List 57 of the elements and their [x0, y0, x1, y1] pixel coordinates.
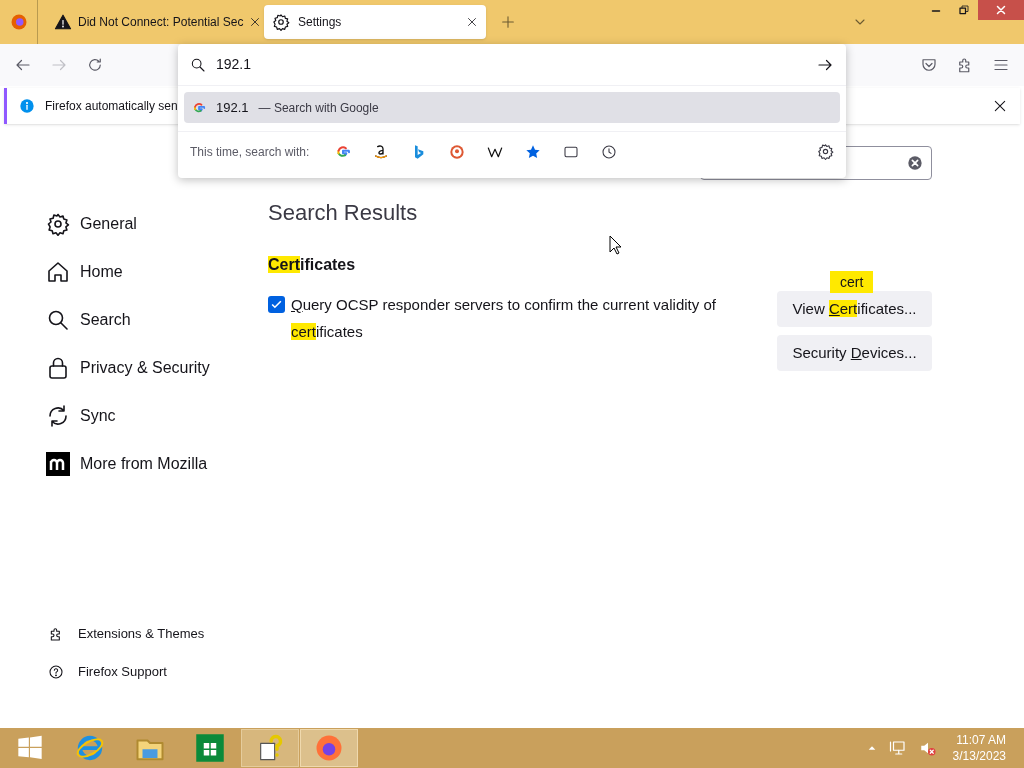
clear-icon [907, 155, 923, 171]
browser-tab[interactable]: Did Not Connect: Potential Sec [46, 5, 258, 39]
mouse-cursor [609, 235, 622, 255]
google-icon [192, 100, 206, 115]
mozilla-icon [46, 452, 70, 476]
search-tooltip: cert [830, 271, 874, 293]
button[interactable]: View Certificates... [777, 291, 932, 327]
checkbox-label: Query OCSP responder servers to confirm the current validity of certificates [291, 295, 717, 342]
notification-text: Firefox automatically sen [45, 98, 178, 115]
lock-icon [46, 356, 70, 380]
tab-title: Settings [298, 14, 343, 31]
search-icon [190, 56, 206, 73]
duckduckgo-icon[interactable] [449, 143, 466, 160]
start-icon[interactable] [16, 734, 44, 762]
close-icon[interactable] [249, 16, 262, 28]
sync-icon [46, 404, 70, 428]
tab-title: Did Not Connect: Potential Sec [78, 14, 244, 31]
search-icon [46, 308, 70, 332]
gear-icon [46, 212, 70, 236]
history-icon[interactable] [601, 143, 618, 160]
restore-icon[interactable] [958, 4, 970, 16]
close-icon[interactable] [992, 98, 1008, 114]
info-icon [19, 98, 35, 114]
firefox-icon [9, 13, 28, 31]
sidebar-item[interactable]: Sync [46, 404, 222, 428]
checkbox[interactable] [268, 296, 285, 313]
amazon-icon[interactable] [373, 143, 390, 160]
sidebar-item[interactable]: Privacy & Security [46, 356, 222, 380]
help-icon [48, 664, 64, 680]
firefox-icon[interactable] [314, 733, 344, 763]
button[interactable]: Security Devices... [777, 335, 932, 371]
section-heading: Certificates [268, 255, 357, 275]
close-icon [995, 4, 1007, 16]
sidebar-item[interactable]: Home [46, 260, 222, 284]
gear-icon [272, 13, 290, 31]
warning-icon [54, 13, 72, 31]
check-icon [270, 298, 283, 311]
home-icon [46, 260, 70, 284]
clock-time: 11:07 AM [956, 732, 1006, 748]
sidebar-link[interactable]: Firefox Support [48, 662, 222, 682]
one-off-label: This time, search with: [190, 143, 310, 161]
gear-icon[interactable] [817, 143, 834, 160]
browser-tab[interactable]: Settings [264, 5, 486, 39]
close-icon[interactable] [466, 16, 478, 28]
sidebar-item[interactable]: Search [46, 308, 222, 332]
page-title: Search Results [268, 199, 419, 227]
sidebar-item[interactable]: General [46, 212, 222, 236]
sidebar-link[interactable]: Extensions & Themes [48, 624, 222, 644]
clock-date: 3/13/2023 [952, 748, 1006, 764]
google-icon[interactable] [335, 143, 352, 160]
close-window-button[interactable] [978, 0, 1024, 20]
pocket-icon[interactable] [920, 56, 938, 74]
store-icon[interactable] [195, 733, 225, 763]
sidebar-item[interactable]: More from Mozilla [46, 452, 222, 476]
suggestion-row[interactable]: 192.1 — Search with Google [184, 92, 840, 123]
reload-icon[interactable] [86, 56, 104, 74]
bookmark-star-icon[interactable] [525, 143, 542, 160]
